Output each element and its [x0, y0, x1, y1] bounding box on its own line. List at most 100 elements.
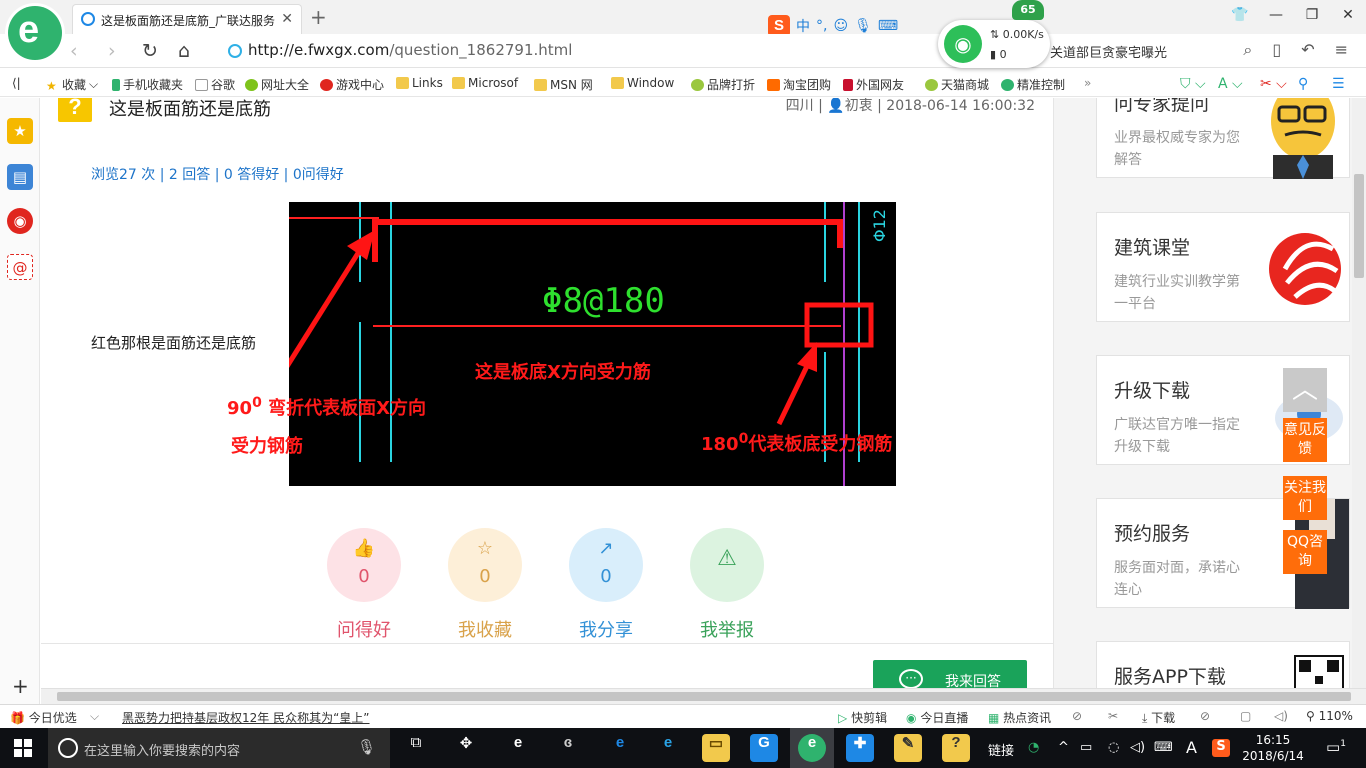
vertical-scrollbar[interactable]: [1352, 98, 1366, 688]
sogou-tray-icon[interactable]: S: [1212, 739, 1230, 757]
system-clock[interactable]: 16:15 2018/6/14: [1240, 732, 1306, 764]
network-tray-icon[interactable]: ◌: [1108, 740, 1119, 755]
news-headline-link[interactable]: 黑恶势力把持基层政权12年 民众称其为“皇上”: [122, 709, 370, 726]
live-button[interactable]: ◉ 今日直播: [906, 709, 968, 726]
bookmark-item[interactable]: 精准控制: [1001, 76, 1065, 93]
taskbar-search-box[interactable]: 在这里输入你要搜索的内容 🎙: [48, 728, 390, 768]
plus-app-icon[interactable]: ✚: [846, 734, 874, 762]
volume-icon[interactable]: ◁): [1130, 740, 1145, 755]
bookmark-item[interactable]: 谷歌: [195, 76, 235, 93]
sidebar-add-icon[interactable]: +: [12, 674, 29, 698]
email-icon[interactable]: @: [7, 254, 33, 280]
today-picks-link[interactable]: 🎁 今日优选: [10, 709, 77, 726]
hot-news-button[interactable]: ▦ 热点资讯: [988, 709, 1051, 726]
bookmark-item[interactable]: 品牌打折: [691, 76, 755, 93]
ask-expert-card[interactable]: 问专家提问 业界最权威专家为您解答: [1096, 98, 1350, 179]
reading-list-icon[interactable]: ▤: [7, 164, 33, 190]
search-news-ticker[interactable]: 关道部巨贪豪宅曝光: [1050, 42, 1167, 61]
bookmark-item[interactable]: 天猫商城: [925, 76, 989, 93]
zoom-tool-icon[interactable]: ⚲: [1298, 76, 1308, 92]
chinese-mode-icon[interactable]: 中: [796, 16, 810, 36]
address-bar[interactable]: http://e.fwxgx.com/question_1862791.html: [248, 41, 572, 59]
bookmark-item[interactable]: 外国网友: [843, 76, 904, 93]
bookmark-item[interactable]: MSN 网: [534, 76, 593, 93]
battery-icon[interactable]: ▭: [1080, 740, 1092, 755]
notes-app-icon[interactable]: ✎: [894, 734, 922, 762]
weibo-icon[interactable]: ◉: [7, 208, 33, 234]
edge-app-icon[interactable]: e: [606, 734, 634, 762]
keyboard-tray-icon[interactable]: ⌨: [1154, 740, 1173, 755]
browser-logo-icon[interactable]: e: [8, 6, 62, 60]
menu-icon[interactable]: ≡: [1335, 40, 1348, 60]
back-to-top-button[interactable]: ︿: [1283, 368, 1327, 412]
clean-icon[interactable]: ⊘: [1200, 709, 1210, 723]
swirl-app-icon[interactable]: ɞ: [554, 734, 582, 762]
scrollbar-thumb[interactable]: [1354, 174, 1364, 278]
browser-app-icon[interactable]: e: [504, 734, 532, 762]
bookmarks-more-icon[interactable]: »: [1084, 76, 1091, 90]
translate-icon[interactable]: A ⌵: [1218, 76, 1243, 92]
window-icon[interactable]: ▢: [1240, 709, 1251, 723]
scissors-icon[interactable]: ✂ ⌵: [1260, 76, 1287, 92]
accelerate-icon[interactable]: ⊘: [1072, 709, 1082, 723]
microphone-icon[interactable]: 🎙: [357, 738, 376, 756]
undo-icon[interactable]: ↶: [1301, 40, 1314, 60]
tab-active[interactable]: 这是板面筋还是底筋_广联达服务 ✕: [72, 4, 302, 34]
tools-menu-icon[interactable]: ☰: [1332, 76, 1345, 92]
like-question-button[interactable]: 👍 0 问得好: [327, 528, 401, 642]
keyboard-icon[interactable]: ⌨: [878, 18, 898, 34]
fan-app-icon[interactable]: ✥: [452, 734, 480, 762]
tools-icon[interactable]: ✂: [1108, 709, 1118, 723]
notification-center-icon[interactable]: ▭1: [1326, 738, 1346, 756]
file-explorer-icon[interactable]: ▭: [702, 734, 730, 762]
question-stats[interactable]: 浏览27 次 | 2 回答 | 0 答得好 | 0问得好: [91, 164, 344, 184]
bookmark-item[interactable]: 网址大全: [245, 76, 309, 93]
answer-button[interactable]: ··· 我来回答: [873, 660, 1027, 688]
links-toolbar[interactable]: 链接: [988, 740, 1014, 759]
share-button[interactable]: ↗ 0 我分享: [569, 528, 643, 642]
favorite-button[interactable]: ☆ 0 我收藏: [448, 528, 522, 642]
chevron-down-icon[interactable]: ⌵: [90, 709, 99, 724]
mobile-icon[interactable]: ▯: [1272, 40, 1281, 60]
windows-start-button[interactable]: [14, 739, 32, 757]
close-button[interactable]: ✕: [1330, 0, 1366, 30]
bookmark-item[interactable]: ★ 收藏 ⌵: [46, 76, 98, 93]
bookmarks-collapse-icon[interactable]: ⟨|: [12, 76, 21, 90]
emoji-icon[interactable]: ☺: [833, 18, 848, 34]
bookmark-item[interactable]: Window: [611, 76, 674, 90]
network-speed-widget[interactable]: 65 ◉ ⇅ 0.00K/s ▮ 0: [938, 0, 1050, 68]
input-method-indicator[interactable]: A: [1186, 738, 1197, 757]
report-button[interactable]: ⚠ 我举报: [690, 528, 764, 642]
follow-us-button[interactable]: 关注我们: [1283, 476, 1327, 520]
app-download-card[interactable]: 服务APP下载: [1096, 641, 1350, 688]
help-app-icon[interactable]: ?: [942, 734, 970, 762]
show-hidden-icons[interactable]: ^: [1058, 740, 1069, 755]
horizontal-scrollbar[interactable]: [41, 688, 1366, 704]
g-app-icon[interactable]: G: [750, 734, 778, 762]
shirt-skin-icon[interactable]: 👕: [1222, 0, 1258, 30]
feedback-button[interactable]: 意见反馈: [1283, 418, 1327, 462]
forward-icon[interactable]: ›: [108, 40, 116, 62]
ie-app-icon[interactable]: e: [654, 734, 682, 762]
360-browser-app-icon[interactable]: e: [798, 734, 826, 762]
restore-button[interactable]: ❐: [1294, 0, 1330, 30]
building-course-card[interactable]: 建筑课堂 建筑行业实训教学第一平台: [1096, 212, 1350, 322]
favorites-star-icon[interactable]: ★: [7, 118, 33, 144]
punctuation-icon[interactable]: °,: [816, 18, 827, 34]
home-icon[interactable]: ⌂: [178, 40, 190, 62]
new-tab-button[interactable]: +: [310, 5, 327, 29]
bookmark-item[interactable]: Links: [396, 76, 443, 90]
minimize-button[interactable]: —: [1258, 0, 1294, 30]
search-icon[interactable]: ⌕: [1243, 40, 1252, 60]
voice-icon[interactable]: 🎙: [854, 18, 872, 34]
quick-cut-button[interactable]: ▷ 快剪辑: [838, 709, 887, 726]
shield-icon[interactable]: ⛉ ⌵: [1180, 76, 1206, 92]
zoom-level[interactable]: ⚲ 110%: [1306, 709, 1353, 723]
scrollbar-thumb[interactable]: [57, 692, 1351, 701]
sound-icon[interactable]: ◁): [1274, 709, 1288, 723]
download-button[interactable]: ⤓ 下载: [1142, 709, 1175, 726]
back-icon[interactable]: ‹: [70, 40, 78, 62]
task-view-icon[interactable]: ⧉: [402, 734, 430, 762]
refresh-icon[interactable]: ↻: [142, 40, 158, 62]
wifi-tray-icon[interactable]: ◔: [1028, 740, 1039, 755]
